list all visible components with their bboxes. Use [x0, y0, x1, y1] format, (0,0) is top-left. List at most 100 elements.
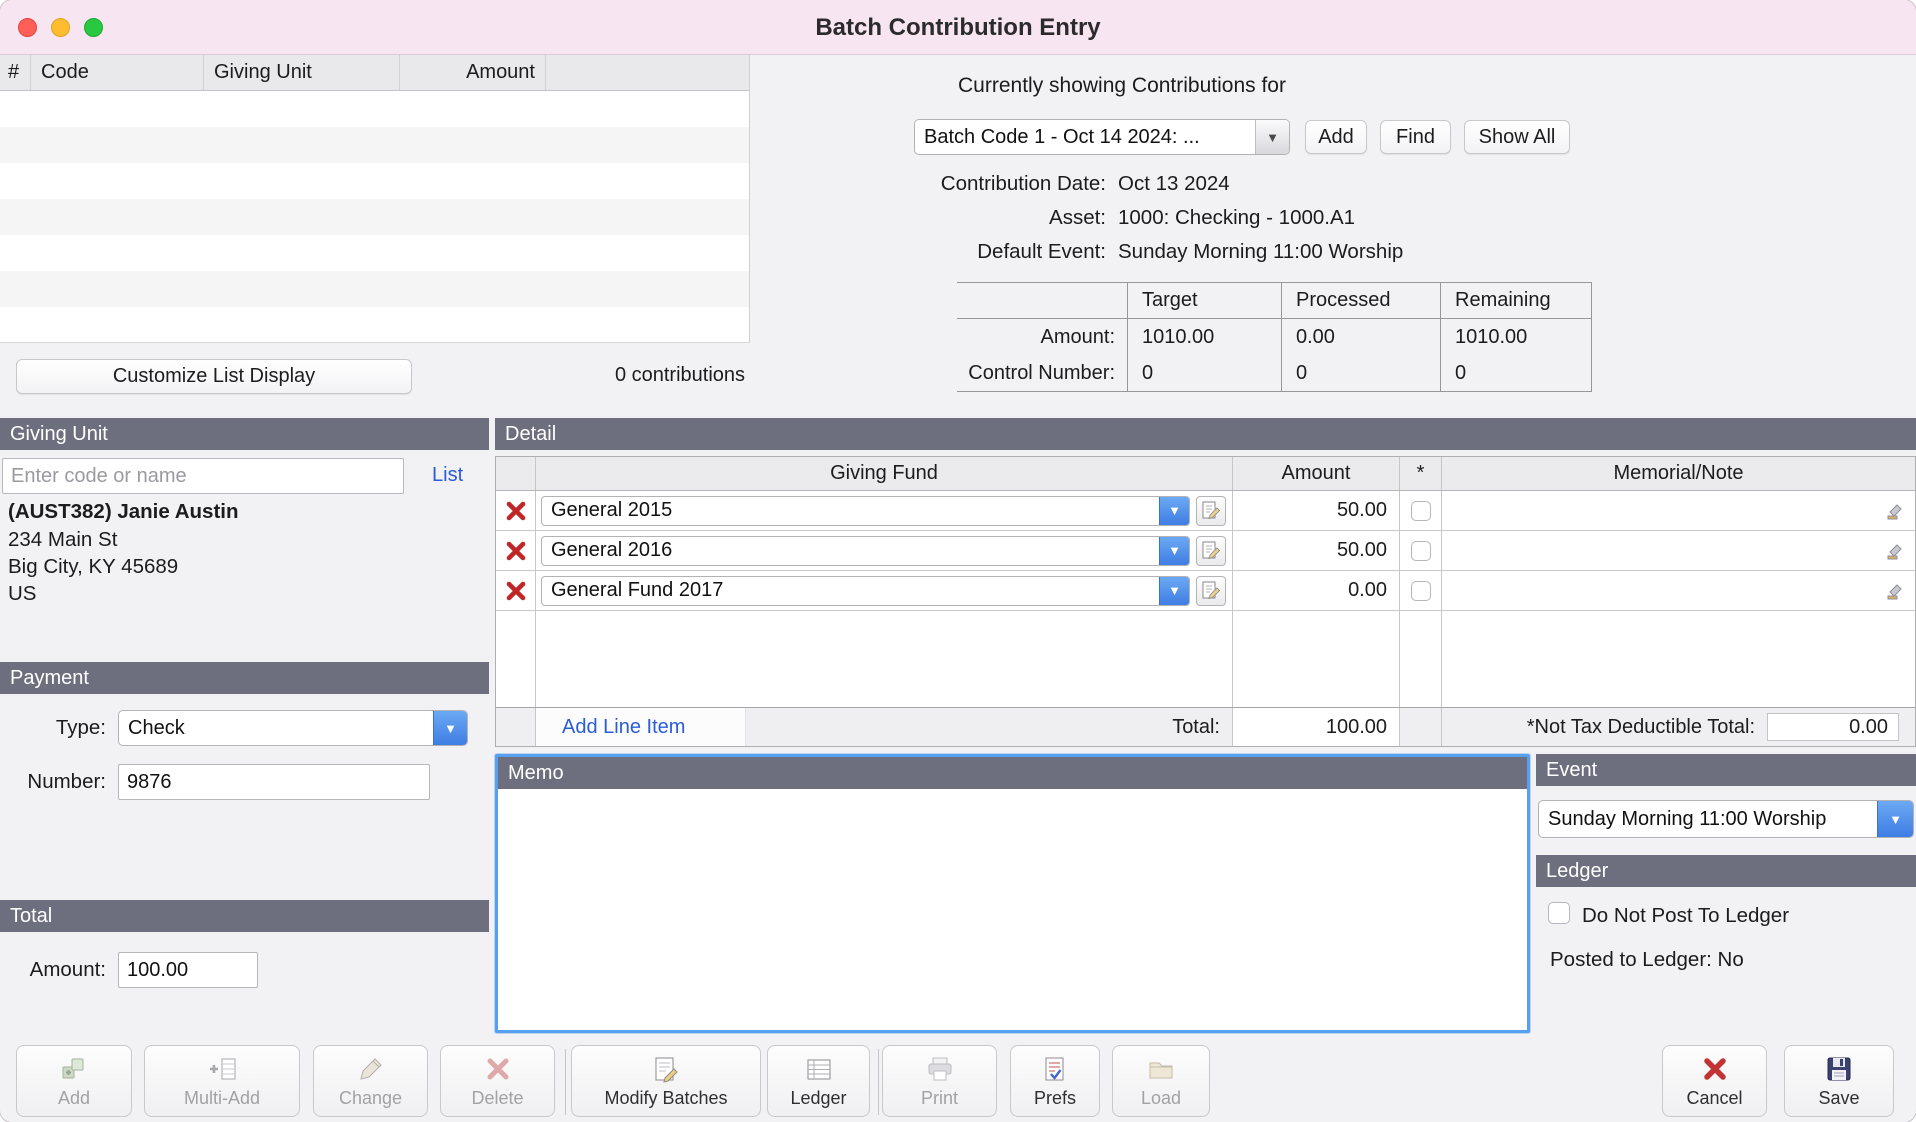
customize-list-display-button[interactable]: Customize List Display: [16, 359, 412, 394]
list-row-empty: [0, 163, 749, 199]
summary-control-label: Control Number:: [957, 355, 1127, 391]
giving-fund-select[interactable]: General 2016 ▼: [541, 536, 1190, 566]
edit-fund-button[interactable]: [1196, 536, 1226, 566]
red-x-icon: [504, 539, 528, 563]
giving-fund-select[interactable]: General 2015 ▼: [541, 496, 1190, 526]
summary-control-target: 0: [1127, 355, 1281, 391]
list-row-empty: [0, 127, 749, 163]
event-select[interactable]: Sunday Morning 11:00 Worship ▼: [1538, 800, 1914, 838]
batch-select[interactable]: Batch Code 1 - Oct 14 2024: ... ▼: [914, 119, 1290, 155]
payment-type-select[interactable]: Check ▼: [118, 710, 468, 746]
detail-table: Giving Fund Amount * Memorial/Note Gener…: [495, 456, 1916, 747]
total-amount-input[interactable]: [118, 952, 258, 988]
payment-number-label: Number:: [0, 770, 106, 794]
memo-textarea[interactable]: [498, 789, 1527, 1030]
detail-col-delete: [496, 457, 535, 490]
chevron-down-icon[interactable]: ▼: [1159, 577, 1189, 605]
memorial-stamp-icon[interactable]: [1884, 540, 1906, 567]
list-row-empty: [0, 307, 749, 343]
event-select-value: Sunday Morning 11:00 Worship: [1539, 801, 1877, 837]
delete-line-button[interactable]: [504, 539, 528, 563]
posted-to-ledger-text: Posted to Ledger: No: [1550, 948, 1744, 972]
chevron-down-icon[interactable]: ▼: [1159, 497, 1189, 525]
memorial-note-field[interactable]: [1441, 491, 1915, 530]
total-section-header: Total: [0, 900, 489, 932]
detail-row: General Fund 2017 ▼ 0.00: [496, 571, 1915, 611]
column-header-code[interactable]: Code: [31, 55, 204, 90]
not-tax-deductible-checkbox[interactable]: [1411, 581, 1431, 601]
red-x-icon: [504, 499, 528, 523]
print-icon: [925, 1054, 955, 1084]
show-all-batches-button[interactable]: Show All: [1464, 120, 1570, 154]
line-amount-field[interactable]: 0.00: [1232, 571, 1399, 610]
detail-col-ntd: *: [1399, 457, 1441, 490]
list-row-empty: [0, 235, 749, 271]
column-header-number[interactable]: #: [0, 55, 31, 90]
contributions-list-body: [0, 91, 749, 343]
giving-unit-list-link[interactable]: List: [432, 464, 463, 487]
delete-line-button[interactable]: [504, 499, 528, 523]
payment-number-input[interactable]: [118, 764, 430, 800]
cancel-button[interactable]: Cancel: [1662, 1045, 1767, 1117]
giving-fund-value: General 2016: [542, 537, 1159, 565]
contributions-list-header: # Code Giving Unit Amount: [0, 55, 749, 91]
edit-note-icon: [1200, 540, 1222, 562]
toolbar-separator: [565, 1049, 566, 1115]
not-tax-deductible-checkbox[interactable]: [1411, 501, 1431, 521]
add-line-item-link[interactable]: Add Line Item: [562, 716, 685, 739]
giving-fund-select[interactable]: General Fund 2017 ▼: [541, 576, 1190, 606]
list-row-empty: [0, 271, 749, 307]
load-folder-icon: [1146, 1054, 1176, 1084]
modify-batches-icon: [651, 1054, 681, 1084]
giving-unit-address-line1: 234 Main St: [8, 528, 117, 552]
window-title: Batch Contribution Entry: [0, 0, 1916, 55]
giving-unit-search-input[interactable]: [2, 458, 404, 494]
toolbar-modify-batches-button[interactable]: Modify Batches: [571, 1045, 761, 1117]
default-event-label: Default Event:: [700, 240, 1106, 264]
add-batch-button[interactable]: Add: [1305, 120, 1367, 154]
memo-section: Memo: [495, 754, 1530, 1033]
find-batch-button[interactable]: Find: [1380, 120, 1451, 154]
chevron-down-icon[interactable]: ▼: [1877, 801, 1913, 837]
toolbar-ledger-button[interactable]: Ledger: [767, 1045, 870, 1117]
edit-fund-button[interactable]: [1196, 496, 1226, 526]
summary-col-processed: Processed: [1281, 283, 1440, 318]
line-amount-field[interactable]: 50.00: [1232, 491, 1399, 530]
memorial-note-field[interactable]: [1441, 571, 1915, 610]
summary-amount-label: Amount:: [957, 319, 1127, 355]
ntd-total-label: *Not Tax Deductible Total:: [1527, 716, 1755, 739]
do-not-post-label: Do Not Post To Ledger: [1582, 904, 1789, 928]
column-header-amount[interactable]: Amount: [400, 55, 546, 90]
delete-line-button[interactable]: [504, 579, 528, 603]
save-disk-icon: [1824, 1054, 1854, 1084]
payment-type-value: Check: [119, 711, 433, 745]
edit-fund-button[interactable]: [1196, 576, 1226, 606]
prefs-icon: [1040, 1054, 1070, 1084]
save-button[interactable]: Save: [1784, 1045, 1894, 1117]
multi-add-icon: [205, 1054, 239, 1084]
line-amount-field[interactable]: 50.00: [1232, 531, 1399, 570]
column-header-giving-unit[interactable]: Giving Unit: [204, 55, 400, 90]
not-tax-deductible-checkbox[interactable]: [1411, 541, 1431, 561]
toolbar-prefs-button[interactable]: Prefs: [1010, 1045, 1100, 1117]
memorial-note-field[interactable]: [1441, 531, 1915, 570]
chevron-down-icon[interactable]: ▼: [433, 711, 467, 745]
do-not-post-checkbox[interactable]: [1548, 902, 1570, 924]
chevron-down-icon[interactable]: ▼: [1255, 120, 1289, 154]
detail-totals-row: Add Line Item Total: 100.00 *Not Tax Ded…: [496, 707, 1915, 746]
memorial-stamp-icon[interactable]: [1884, 580, 1906, 607]
memorial-stamp-icon[interactable]: [1884, 500, 1906, 527]
giving-unit-name: (AUST382) Janie Austin: [8, 500, 239, 524]
detail-total-value: 100.00: [1232, 708, 1399, 746]
red-x-icon: [504, 579, 528, 603]
summary-col-remaining: Remaining: [1440, 283, 1592, 318]
ledger-icon: [804, 1054, 834, 1084]
add-icon: [59, 1054, 89, 1084]
contributions-list: # Code Giving Unit Amount: [0, 55, 750, 343]
memo-section-header: Memo: [498, 757, 1527, 789]
asset-value: 1000: Checking - 1000.A1: [1118, 206, 1355, 230]
summary-amount-processed: 0.00: [1281, 319, 1440, 355]
batch-contribution-entry-window: Batch Contribution Entry # Code Giving U…: [0, 0, 1916, 1122]
chevron-down-icon[interactable]: ▼: [1159, 537, 1189, 565]
toolbar-change-button: Change: [313, 1045, 428, 1117]
